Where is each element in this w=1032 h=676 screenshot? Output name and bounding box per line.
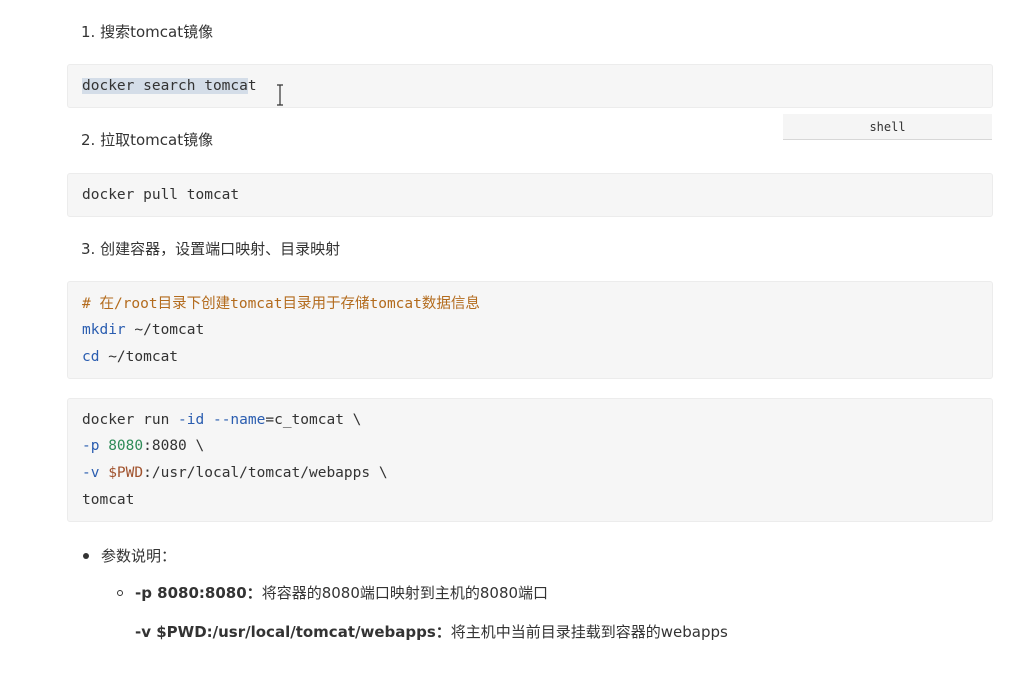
cd-keyword: cd [82, 349, 100, 365]
port-mapping-rest: :8080 \ [143, 438, 205, 454]
run-line-3: -v $PWD:/usr/local/tomcat/webapps \ [82, 463, 388, 483]
opt-p: -p [82, 438, 100, 454]
text-cursor-icon [277, 84, 283, 106]
volume-path: :/usr/local/tomcat/webapps \ [143, 465, 388, 481]
cd-arg: ~/tomcat [99, 349, 179, 365]
mkdir-line: mkdir ~/tomcat [82, 320, 204, 340]
param-v-flag: -v $PWD:/usr/local/tomcat/webapps： [135, 623, 451, 641]
run-line-4: tomcat [82, 492, 135, 508]
code-comment: # 在/root目录下创建tomcat目录用于存储tomcat数据信息 [82, 296, 480, 312]
search-code-block[interactable]: docker search tomcat [67, 64, 993, 108]
mkdir-code-block[interactable]: # 在/root目录下创建tomcat目录用于存储tomcat数据信息 mkdi… [67, 281, 993, 379]
run-line-2: -p 8080:8080 \ [82, 436, 204, 456]
pull-command[interactable]: docker pull tomcat [82, 185, 239, 205]
opt-id: -id [178, 412, 205, 428]
param-p: -p 8080:8080：将容器的8080端口映射到主机的8080端口 [135, 583, 548, 603]
param-v: -v $PWD:/usr/local/tomcat/webapps：将主机中当前… [135, 622, 728, 642]
cd-line: cd ~/tomcat [82, 347, 178, 367]
run-line-1: docker run -id --name=c_tomcat \ [82, 410, 361, 430]
name-value: =c_tomcat \ [265, 412, 362, 428]
mkdir-keyword: mkdir [82, 322, 126, 338]
code-language-selector[interactable]: shell [783, 114, 992, 140]
opt-name: --name [212, 412, 266, 428]
param-p-desc: 将容器的8080端口映射到主机的8080端口 [261, 584, 549, 602]
run-cmd: docker run [82, 412, 179, 428]
opt-v: -v [82, 465, 100, 481]
param-p-flag: -p 8080:8080： [135, 584, 262, 602]
run-code-block[interactable]: docker run -id --name=c_tomcat \ -p 8080… [67, 398, 993, 522]
step-1-heading: 1. 搜索tomcat镜像 [81, 23, 214, 41]
selected-text: docker search tomca [82, 78, 248, 94]
search-command[interactable]: docker search tomcat [82, 76, 257, 96]
step-2-heading: 2. 拉取tomcat镜像 [81, 131, 214, 149]
step-3-heading: 3. 创建容器，设置端口映射、目录映射 [81, 240, 341, 258]
search-command-rest: t [247, 78, 257, 94]
param-v-desc: 将主机中当前目录挂载到容器的webapps [450, 623, 728, 641]
port-number: 8080 [108, 438, 144, 454]
pull-code-block[interactable]: docker pull tomcat [67, 173, 993, 217]
mkdir-arg: ~/tomcat [125, 322, 205, 338]
params-title: 参数说明： [101, 547, 177, 565]
bullet-disc-icon [83, 553, 89, 559]
bullet-circle-icon [117, 590, 123, 596]
pwd-variable: $PWD [108, 465, 144, 481]
